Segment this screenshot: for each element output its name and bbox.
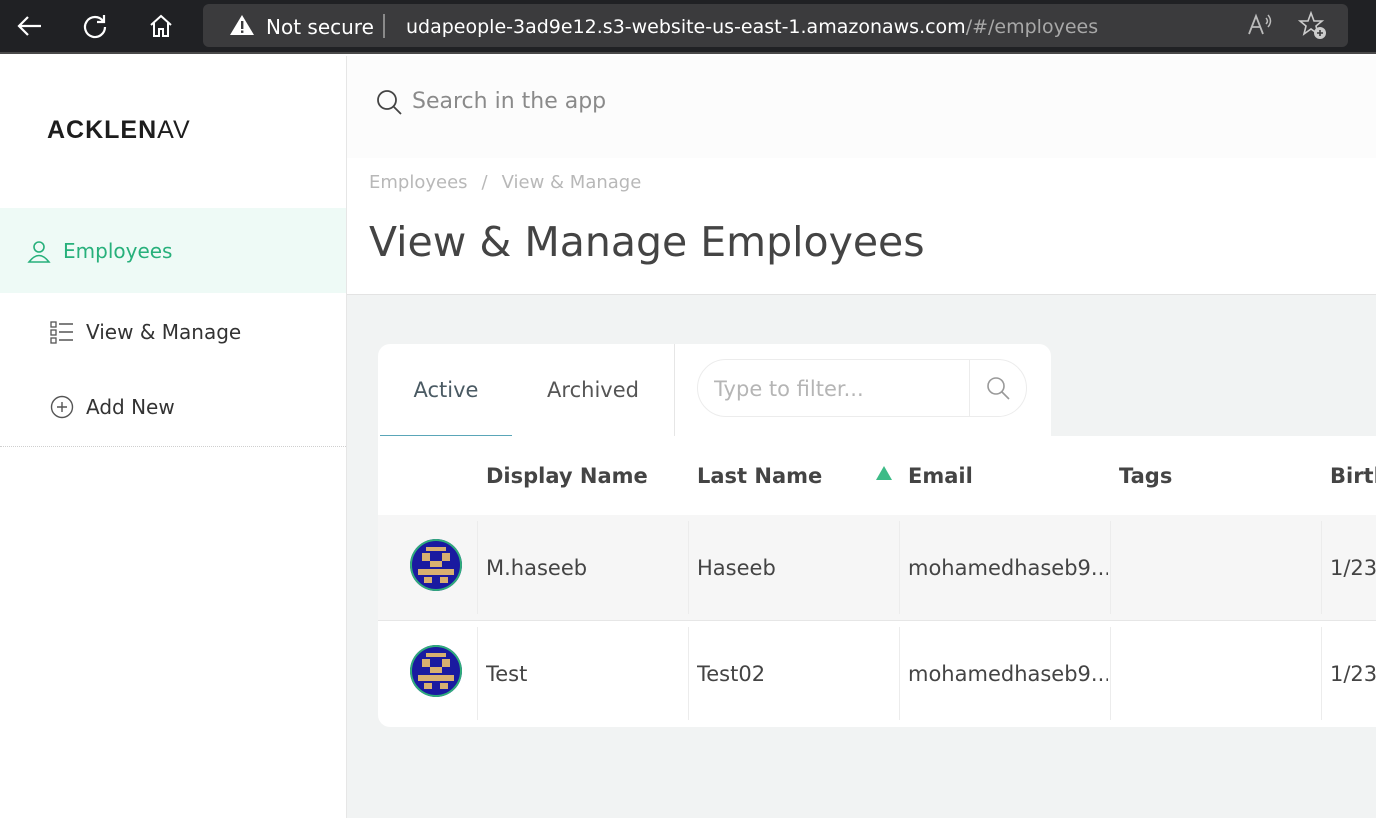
filter-search-button[interactable]: [969, 360, 1026, 416]
add-favorite-icon[interactable]: [1298, 11, 1328, 41]
refresh-icon[interactable]: [78, 10, 112, 42]
table-row[interactable]: M.haseeb Haseeb mohamedhaseb9... 1/23/: [378, 515, 1376, 620]
sidebar-item-employees[interactable]: Employees: [0, 208, 346, 293]
breadcrumb-employees[interactable]: Employees: [369, 172, 468, 193]
tab-active[interactable]: Active: [380, 344, 512, 437]
tabs-panel: Active Archived: [378, 344, 1051, 437]
url-text[interactable]: udapeople-3ad9e12.s3-website-us-east-1.a…: [406, 16, 1098, 38]
avatar: [410, 539, 462, 591]
divider: [899, 521, 900, 614]
cell-tags: [1119, 515, 1319, 620]
company-logo[interactable]: ACKLENAV: [47, 116, 197, 145]
filter-input[interactable]: [712, 372, 966, 406]
plus-circle-icon: [50, 395, 74, 419]
sidebar-item-label: Employees: [63, 238, 173, 263]
address-bar[interactable]: Not secure udapeople-3ad9e12.s3-website-…: [203, 4, 1348, 47]
security-status[interactable]: Not secure: [266, 15, 374, 39]
filter-box: [697, 359, 1027, 417]
logo-light-text: AV: [157, 116, 191, 144]
divider: [477, 627, 478, 720]
back-icon[interactable]: [12, 10, 46, 42]
divider: [477, 521, 478, 614]
table-header: Display Name Last Name Email Tags Birth: [378, 436, 1376, 515]
main-content: Active Archived Display Name Last Name E…: [347, 295, 1376, 818]
page-title: View & Manage Employees: [369, 218, 925, 266]
cell-last-name: Test02: [697, 661, 766, 686]
user-icon: [27, 240, 51, 263]
column-header-email[interactable]: Email: [908, 436, 973, 515]
sidebar: ACKLENAV Employees View & Manage Add New: [0, 56, 347, 818]
search-icon[interactable]: [375, 88, 403, 116]
warning-icon: [230, 15, 254, 35]
page-header: Employees / View & Manage View & Manage Em…: [347, 158, 1376, 295]
divider: [899, 627, 900, 720]
column-header-tags[interactable]: Tags: [1119, 436, 1172, 515]
column-header-birth[interactable]: Birth: [1330, 436, 1376, 515]
cell-birth: 1/23/: [1330, 661, 1376, 686]
column-header-display-name[interactable]: Display Name: [486, 436, 648, 515]
table-row[interactable]: Test Test02 mohamedhaseb9... 1/23/: [378, 620, 1376, 726]
divider: [688, 627, 689, 720]
cell-email: mohamedhaseb9...: [908, 661, 1108, 686]
logo-bold-text: ACKLEN: [47, 116, 158, 144]
cell-last-name: Haseeb: [697, 555, 776, 580]
home-icon[interactable]: [144, 10, 178, 42]
avatar: [410, 645, 462, 697]
browser-toolbar: Not secure udapeople-3ad9e12.s3-website-…: [0, 0, 1376, 54]
search-icon: [987, 377, 1010, 400]
divider: [1110, 521, 1111, 614]
cell-email: mohamedhaseb9...: [908, 555, 1108, 580]
cell-display-name: M.haseeb: [486, 555, 588, 580]
cell-tags: [1119, 621, 1319, 726]
cell-birth: 1/23/: [1330, 555, 1376, 580]
column-header-last-name[interactable]: Last Name: [697, 436, 822, 515]
url-path: /#/employees: [965, 16, 1099, 38]
app-search-bar: [347, 56, 1376, 158]
divider: [0, 446, 346, 447]
divider: [1321, 521, 1322, 614]
sidebar-item-label: View & Manage: [86, 320, 242, 344]
breadcrumb-separator: /: [481, 172, 488, 193]
sidebar-item-add-new[interactable]: Add New: [0, 387, 346, 427]
divider: [383, 14, 385, 38]
cell-display-name: Test: [486, 661, 528, 686]
list-icon: [50, 321, 73, 344]
breadcrumb-current: View & Manage: [501, 172, 642, 193]
sidebar-item-label: Add New: [86, 395, 175, 419]
divider: [688, 521, 689, 614]
employees-table: Display Name Last Name Email Tags Birth …: [378, 436, 1376, 727]
url-host: udapeople-3ad9e12.s3-website-us-east-1.a…: [406, 16, 966, 38]
divider: [1321, 627, 1322, 720]
sidebar-item-view-manage[interactable]: View & Manage: [0, 312, 346, 352]
search-input[interactable]: [410, 82, 1014, 120]
divider: [674, 344, 675, 436]
divider: [1110, 627, 1111, 720]
read-aloud-icon[interactable]: [1246, 13, 1274, 37]
tab-archived[interactable]: Archived: [528, 344, 658, 435]
breadcrumb: Employees / View & Manage: [369, 172, 641, 193]
sort-ascending-icon[interactable]: [876, 466, 892, 480]
